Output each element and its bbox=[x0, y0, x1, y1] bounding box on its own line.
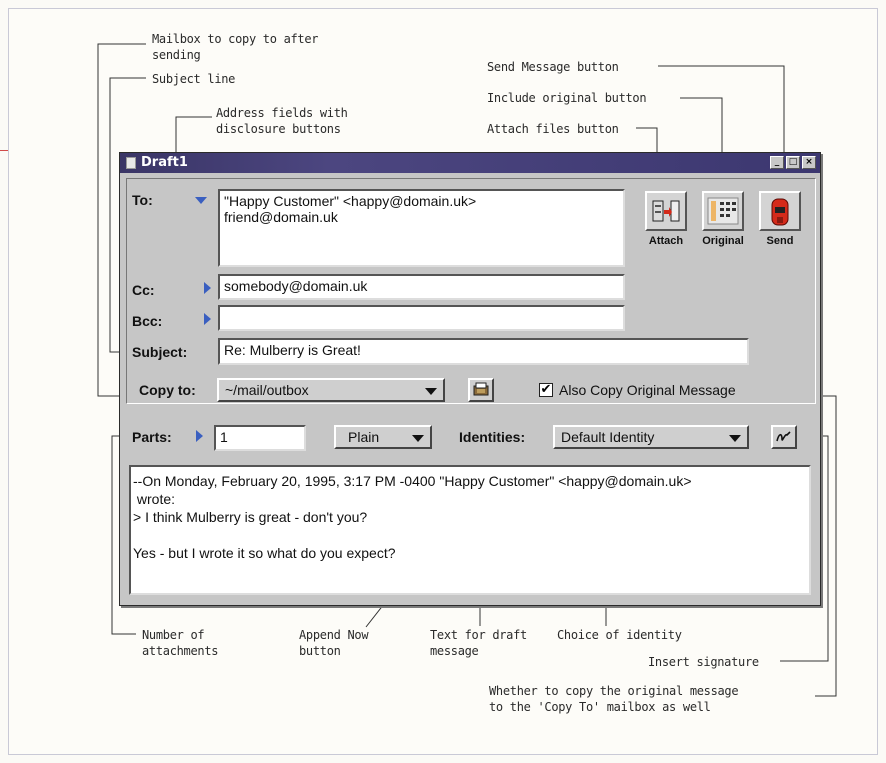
chevron-down-icon bbox=[425, 388, 437, 395]
callout-append-now: Append Now button bbox=[299, 628, 369, 658]
chevron-down-icon bbox=[729, 435, 741, 442]
chevron-down-icon bbox=[412, 435, 424, 442]
to-field[interactable]: "Happy Customer" <happy@domain.uk> frien… bbox=[218, 189, 625, 267]
title-bar[interactable]: Draft1 _ □ × bbox=[120, 153, 820, 173]
format-value: Plain bbox=[348, 429, 380, 445]
maximize-button[interactable]: □ bbox=[786, 156, 800, 169]
edge-mark bbox=[0, 150, 8, 151]
attach-caption: Attach bbox=[648, 235, 684, 247]
original-caption: Original bbox=[702, 235, 744, 247]
cc-label: Cc: bbox=[132, 282, 155, 298]
identities-label: Identities: bbox=[459, 429, 526, 445]
to-label: To: bbox=[132, 192, 153, 208]
callout-text-draft: Text for draft message bbox=[430, 628, 527, 658]
callout-mailbox-copy: Mailbox to copy to after sending bbox=[152, 32, 319, 62]
callout-num-attachments: Number of attachments bbox=[142, 628, 219, 658]
also-copy-checkbox[interactable]: ✔ bbox=[539, 383, 553, 397]
callout-include-original: Include original button bbox=[487, 91, 647, 105]
callout-address-fields: Address fields with disclosure buttons bbox=[216, 106, 348, 136]
parts-count-field[interactable]: 1 bbox=[214, 425, 306, 451]
send-icon bbox=[771, 198, 789, 226]
signature-icon bbox=[776, 431, 791, 442]
document-icon bbox=[126, 157, 136, 169]
append-now-button[interactable] bbox=[468, 378, 494, 402]
parts-label: Parts: bbox=[132, 429, 172, 445]
also-copy-label: Also Copy Original Message bbox=[559, 382, 736, 398]
parts-disclosure-icon[interactable] bbox=[196, 430, 203, 442]
message-panel: Parts: 1 Plain Identities: Default Ident… bbox=[126, 405, 814, 599]
original-button[interactable] bbox=[702, 191, 744, 231]
send-button[interactable] bbox=[759, 191, 801, 231]
callout-copy-original: Whether to copy the original message to … bbox=[489, 684, 739, 714]
callout-attach-files: Attach files button bbox=[487, 122, 619, 136]
draft-window: Draft1 _ □ × To: "Happy Customer" <happy… bbox=[119, 152, 821, 606]
callout-subject-line: Subject line bbox=[152, 72, 236, 86]
message-line: wrote: bbox=[133, 491, 176, 507]
subject-label: Subject: bbox=[132, 344, 188, 360]
callout-insert-signature: Insert signature bbox=[648, 655, 759, 669]
identity-dropdown[interactable]: Default Identity bbox=[553, 425, 749, 449]
callout-send-message: Send Message button bbox=[487, 60, 619, 74]
message-line: --On Monday, February 20, 1995, 3:17 PM … bbox=[133, 473, 692, 489]
callout-choice-identity: Choice of identity bbox=[557, 628, 682, 642]
copyto-label: Copy to: bbox=[139, 382, 196, 398]
send-caption: Send bbox=[766, 235, 794, 247]
attach-button[interactable] bbox=[645, 191, 687, 231]
bcc-label: Bcc: bbox=[132, 313, 163, 329]
message-line: > I think Mulberry is great - don't you? bbox=[133, 509, 368, 525]
cc-field[interactable]: somebody@domain.uk bbox=[218, 274, 625, 300]
bcc-disclosure-icon[interactable] bbox=[204, 313, 211, 325]
subject-field[interactable]: Re: Mulberry is Great! bbox=[218, 338, 749, 365]
attach-icon bbox=[652, 200, 680, 222]
message-line bbox=[133, 527, 807, 543]
append-icon bbox=[473, 382, 489, 396]
original-icon bbox=[707, 197, 739, 225]
bcc-field[interactable] bbox=[218, 305, 625, 331]
minimize-button[interactable]: _ bbox=[770, 156, 784, 169]
copyto-dropdown[interactable]: ~/mail/outbox bbox=[217, 378, 445, 402]
identity-value: Default Identity bbox=[561, 429, 655, 445]
window-title: Draft1 bbox=[141, 155, 188, 170]
insert-signature-button[interactable] bbox=[771, 425, 797, 449]
format-dropdown[interactable]: Plain bbox=[334, 425, 432, 449]
close-button[interactable]: × bbox=[802, 156, 816, 169]
to-disclosure-icon[interactable] bbox=[195, 197, 207, 204]
message-line: Yes - but I wrote it so what do you expe… bbox=[133, 545, 396, 561]
copyto-value: ~/mail/outbox bbox=[225, 382, 309, 398]
cc-disclosure-icon[interactable] bbox=[204, 282, 211, 294]
address-panel: To: "Happy Customer" <happy@domain.uk> f… bbox=[126, 178, 816, 404]
message-body[interactable]: --On Monday, February 20, 1995, 3:17 PM … bbox=[129, 465, 811, 595]
